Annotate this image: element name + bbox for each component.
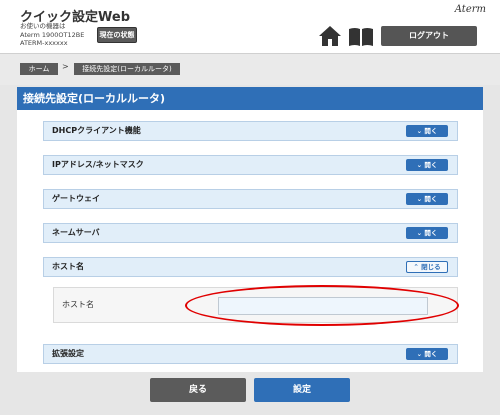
open-button[interactable]: ⌄ 開く <box>406 227 448 239</box>
open-button[interactable]: ⌄ 開く <box>406 125 448 137</box>
open-button[interactable]: ⌄ 開く <box>406 193 448 205</box>
back-button[interactable]: 戻る <box>150 378 246 402</box>
current-status-button[interactable]: 現在の状態 <box>97 27 137 43</box>
toggle-label: 開く <box>424 195 438 203</box>
breadcrumb-separator: > <box>62 62 69 71</box>
page-title: 接続先設定(ローカルルータ) <box>17 87 483 110</box>
hostname-label: ホスト名 <box>62 300 94 309</box>
breadcrumb-home[interactable]: ホーム <box>20 63 58 75</box>
section-label: 拡張設定 <box>52 349 84 358</box>
section-label: ネームサーバ <box>52 228 100 237</box>
section-host-name[interactable]: ホスト名 ⌃ 閉じる <box>43 257 458 277</box>
section-label: DHCPクライアント機能 <box>52 126 141 135</box>
section-label: ホスト名 <box>52 262 84 271</box>
device-info: お使いの機器は Aterm 1900OT12BE ATERM-xxxxxx <box>20 22 84 48</box>
open-button[interactable]: ⌄ 開く <box>406 348 448 360</box>
toggle-label: 開く <box>424 350 438 358</box>
close-button[interactable]: ⌃ 閉じる <box>406 261 448 273</box>
book-icon[interactable] <box>348 27 374 47</box>
device-info-caption: お使いの機器は <box>20 22 66 30</box>
section-dhcp-client[interactable]: DHCPクライアント機能 ⌄ 開く <box>43 121 458 141</box>
save-button[interactable]: 設定 <box>254 378 350 402</box>
open-button[interactable]: ⌄ 開く <box>406 159 448 171</box>
toggle-label: 開く <box>424 161 438 169</box>
logout-button[interactable]: ログアウト <box>381 26 477 46</box>
section-name-server[interactable]: ネームサーバ ⌄ 開く <box>43 223 458 243</box>
section-advanced[interactable]: 拡張設定 ⌄ 開く <box>43 344 458 364</box>
toggle-label: 閉じる <box>421 263 441 271</box>
section-ip-netmask[interactable]: IPアドレス/ネットマスク ⌄ 開く <box>43 155 458 175</box>
device-model: Aterm 1900OT12BE <box>20 30 85 39</box>
section-label: IPアドレス/ネットマスク <box>52 160 144 169</box>
toggle-label: 開く <box>424 229 438 237</box>
section-label: ゲートウェイ <box>52 194 100 203</box>
device-name: ATERM-xxxxxx <box>20 39 68 47</box>
toggle-label: 開く <box>424 127 438 135</box>
brand-logo: Aterm <box>454 4 486 15</box>
chevron-up-icon: ⌃ <box>413 263 422 271</box>
home-icon[interactable] <box>318 25 342 47</box>
breadcrumb: ホーム > 接続先設定(ローカルルータ) <box>0 53 500 85</box>
hostname-input[interactable] <box>218 297 428 315</box>
hostname-row: ホスト名 <box>53 287 458 323</box>
breadcrumb-current: 接続先設定(ローカルルータ) <box>74 63 180 75</box>
header: クイック設定Web お使いの機器は Aterm 1900OT12BE ATERM… <box>0 0 500 53</box>
section-gateway[interactable]: ゲートウェイ ⌄ 開く <box>43 189 458 209</box>
